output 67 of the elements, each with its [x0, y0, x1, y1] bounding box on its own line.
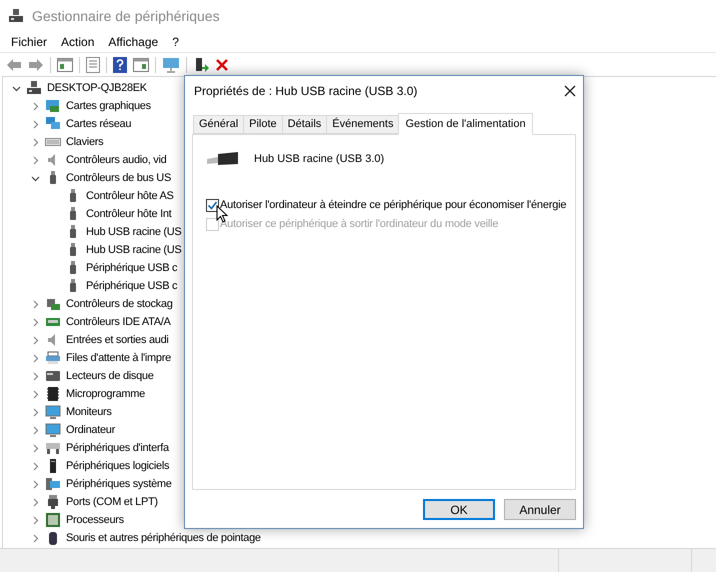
dialog-button[interactable]: OK [423, 499, 495, 520]
tree-item[interactable]: Contrôleurs IDE ATA/A [66, 314, 171, 330]
tab[interactable]: Détails [282, 115, 328, 134]
tree-item[interactable]: Contrôleurs audio, vid [66, 152, 166, 168]
tree-item[interactable]: Contrôleurs de bus US [66, 170, 171, 186]
tree-item[interactable]: Ports (COM et LPT) [66, 494, 158, 510]
close-icon[interactable] [563, 84, 577, 98]
tab[interactable]: Général [193, 115, 244, 134]
menu-item[interactable]: Affichage [101, 33, 166, 51]
window-title: Gestionnaire de périphériques [32, 6, 220, 26]
tree-item[interactable]: Hub USB racine (US [86, 224, 182, 240]
tree-item[interactable]: Files d'attente à l'impre [66, 350, 171, 366]
tree-item[interactable]: Processeurs [66, 512, 124, 528]
checkbox[interactable] [206, 199, 219, 212]
tree-item[interactable]: Entrées et sorties audi [66, 332, 169, 348]
checkbox-label: Autoriser ce périphérique à sortir l'ordinateur du mode veille [220, 217, 498, 232]
tree-item[interactable]: Périphériques logiciels [66, 458, 170, 474]
device-category-icon [45, 476, 61, 492]
device-category-icon [45, 440, 61, 456]
tree-item[interactable]: Microprogramme [66, 386, 145, 402]
device-category-icon [45, 494, 61, 510]
help-icon[interactable] [113, 56, 127, 72]
console-tree-icon[interactable] [57, 58, 73, 72]
dialog-button[interactable]: Annuler [504, 499, 576, 520]
back-icon[interactable] [6, 58, 22, 72]
device-category-icon [45, 350, 61, 366]
tree-item[interactable]: Lecteurs de disque [66, 368, 154, 384]
add-device-icon[interactable] [193, 56, 209, 72]
tree-item[interactable]: Contrôleurs de stockag [66, 296, 173, 312]
tab[interactable]: Événements [326, 115, 400, 134]
tree-item[interactable]: DESKTOP-QJB28EK [47, 80, 147, 96]
tree-item[interactable]: Ordinateur [66, 422, 115, 438]
device-category-icon [45, 98, 61, 114]
device-category-icon [45, 422, 61, 438]
tree-item[interactable]: Moniteurs [66, 404, 112, 420]
device-name: Hub USB racine (USB 3.0) [254, 152, 384, 167]
tree-item[interactable]: Contrôleur hôte AS [86, 188, 174, 204]
tree-item[interactable]: Périphérique USB c [86, 278, 178, 294]
tree-item[interactable]: Périphériques système [66, 476, 172, 492]
forward-icon[interactable] [28, 58, 44, 72]
tree-item[interactable]: Souris et autres périphériques de pointage [66, 530, 261, 546]
tree-item[interactable]: Cartes graphiques [66, 98, 151, 114]
device-category-icon [45, 116, 61, 132]
tree-item[interactable]: Périphérique USB c [86, 260, 178, 276]
tree-item[interactable]: Cartes réseau [66, 116, 132, 132]
device-category-icon [45, 386, 61, 402]
menu-item[interactable]: ? [165, 33, 186, 51]
device-category-icon [45, 296, 61, 312]
properties-icon[interactable] [86, 56, 100, 72]
tree-item[interactable]: Hub USB racine (US [86, 242, 182, 258]
device-category-icon [45, 512, 61, 528]
tree-item[interactable]: Périphériques d'interfa [66, 440, 169, 456]
device-manager-icon [8, 8, 24, 24]
menu-item[interactable]: Action [54, 33, 102, 51]
action-pane-icon[interactable] [133, 58, 149, 72]
monitor-icon[interactable] [162, 56, 180, 72]
usb-plug-icon [206, 152, 240, 166]
tab[interactable]: Gestion de l'alimentation [398, 113, 533, 135]
tree-item[interactable]: Contrôleur hôte Int [86, 206, 172, 222]
checkbox-label: Autoriser l'ordinateur à éteindre ce périphérique pour économiser l'énergie [220, 198, 566, 214]
device-category-icon [45, 368, 61, 384]
dialog-title: Propriétés de : Hub USB racine (USB 3.0) [194, 83, 418, 100]
tree-item[interactable]: Claviers [66, 134, 104, 150]
device-category-icon [45, 404, 61, 420]
computer-icon [26, 80, 42, 96]
tab[interactable]: Pilote [243, 115, 283, 134]
menu-item[interactable]: Fichier [4, 33, 54, 51]
